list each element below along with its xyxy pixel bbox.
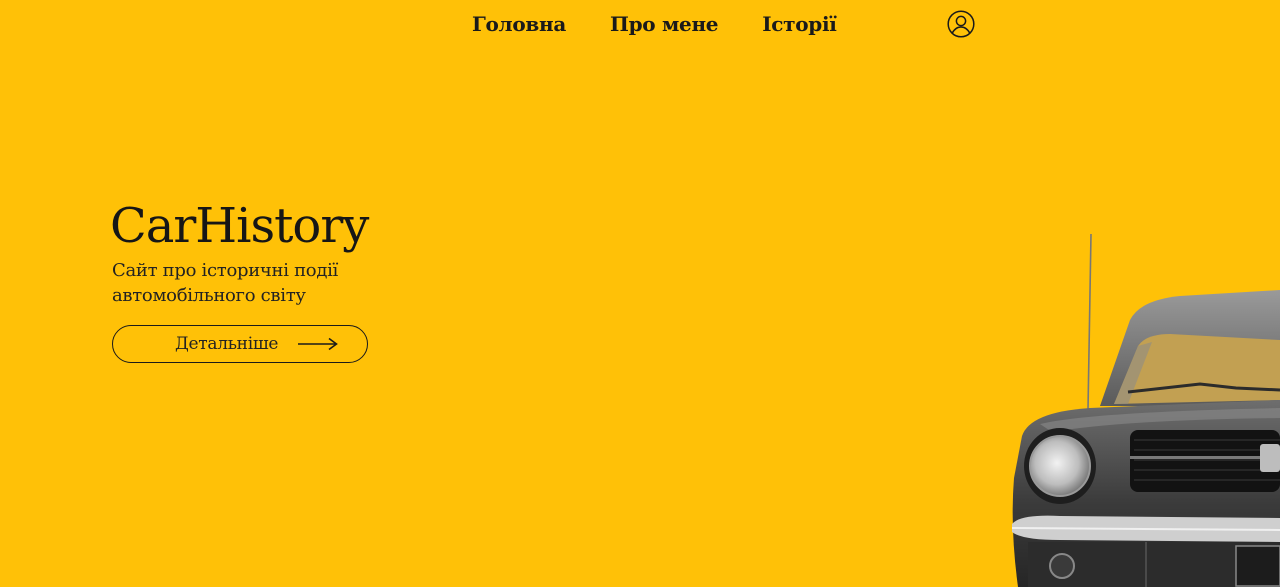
arrow-right-icon [298,337,338,351]
details-button-label: Детальніше [175,334,279,354]
nav-item-stories[interactable]: Історії [762,12,837,36]
hero-title: CarHistory [110,198,369,254]
user-circle-icon[interactable] [947,10,975,38]
car-image [1011,233,1280,587]
nav-item-about[interactable]: Про мене [610,12,719,36]
main-nav: Головна Про мене Історії [472,12,837,36]
hero-subtitle: Сайт про історичні події автомобільного … [112,260,339,306]
details-button[interactable]: Детальніше [112,325,368,363]
nav-item-home[interactable]: Головна [472,12,566,36]
